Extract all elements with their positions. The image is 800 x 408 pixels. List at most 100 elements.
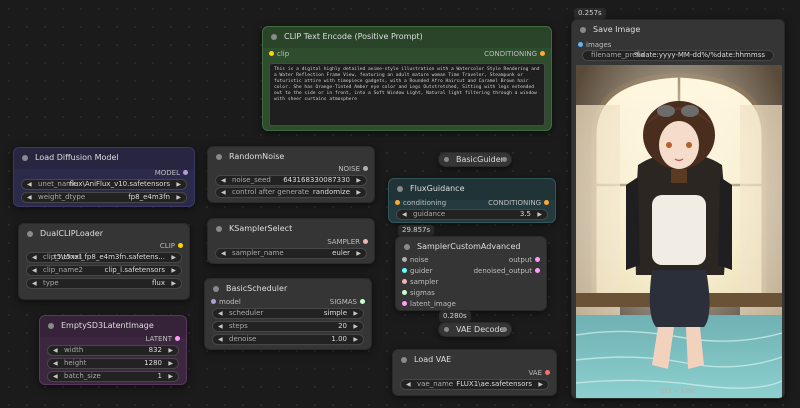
- input-sigmas[interactable]: sigmas: [402, 289, 435, 298]
- output-vae[interactable]: VAE: [528, 369, 550, 378]
- input-images[interactable]: images: [578, 41, 611, 50]
- node-title[interactable]: FluxGuidance: [389, 179, 555, 200]
- arrow-right-icon[interactable]: ▶: [538, 380, 543, 389]
- sampler-name-select[interactable]: ◀ sampler_name euler ▶: [215, 248, 367, 259]
- arrow-left-icon[interactable]: ◀: [221, 188, 226, 197]
- input-conditioning[interactable]: conditioning: [395, 199, 446, 208]
- noise-seed-field[interactable]: ◀ noise_seed 643168330087330 ▶: [215, 175, 367, 186]
- arrow-right-icon[interactable]: ▶: [176, 180, 181, 189]
- collapse-dot-icon[interactable]: [22, 155, 28, 161]
- output-noise[interactable]: NOISE: [338, 165, 368, 174]
- filename-prefix-field[interactable]: filename_prefix %date:yyyy-MM-dd%/%date:…: [582, 50, 774, 61]
- prompt-textarea[interactable]: This is a digital highly detailed anime-…: [269, 63, 545, 126]
- output-dot-icon[interactable]: [502, 157, 507, 162]
- arrow-left-icon[interactable]: ◀: [53, 359, 58, 368]
- arrow-right-icon[interactable]: ▶: [356, 188, 361, 197]
- arrow-right-icon[interactable]: ▶: [356, 249, 361, 258]
- node-title[interactable]: CLIP Text Encode (Positive Prompt): [263, 27, 551, 48]
- arrow-right-icon[interactable]: ▶: [168, 346, 173, 355]
- weight-dtype-select[interactable]: ◀ weight_dtype fp8_e4m3fn ▶: [21, 192, 187, 203]
- arrow-right-icon[interactable]: ▶: [353, 309, 358, 318]
- arrow-right-icon[interactable]: ▶: [168, 359, 173, 368]
- arrow-left-icon[interactable]: ◀: [402, 210, 407, 219]
- arrow-right-icon[interactable]: ▶: [356, 176, 361, 185]
- clip-text-encode-node[interactable]: CLIP Text Encode (Positive Prompt) clip …: [262, 26, 552, 131]
- node-title[interactable]: Load Diffusion Model: [14, 148, 194, 169]
- batch-size-field[interactable]: ◀ batch_size 1 ▶: [47, 371, 179, 382]
- arrow-left-icon[interactable]: ◀: [218, 309, 223, 318]
- clip-name1-select[interactable]: ◀ clip_name1 t5\t5xxl_fp8_e4m3fn.safeten…: [26, 252, 182, 263]
- load-diffusion-model-node[interactable]: Load Diffusion Model MODEL ◀ unet_name f…: [13, 147, 195, 207]
- arrow-left-icon[interactable]: ◀: [218, 322, 223, 331]
- collapse-dot-icon[interactable]: [216, 226, 222, 232]
- width-field[interactable]: ◀ width 832 ▶: [47, 345, 179, 356]
- node-title[interactable]: SamplerCustomAdvanced: [396, 237, 546, 258]
- arrow-right-icon[interactable]: ▶: [171, 253, 176, 262]
- arrow-left-icon[interactable]: ◀: [27, 193, 32, 202]
- arrow-right-icon[interactable]: ▶: [168, 372, 173, 381]
- arrow-right-icon[interactable]: ▶: [537, 210, 542, 219]
- generated-image[interactable]: [576, 65, 782, 398]
- arrow-left-icon[interactable]: ◀: [53, 372, 58, 381]
- scheduler-select[interactable]: ◀ scheduler simple ▶: [212, 308, 364, 319]
- unet-name-select[interactable]: ◀ unet_name flux\AniFlux_v10.safetensors…: [21, 179, 187, 190]
- height-field[interactable]: ◀ height 1280 ▶: [47, 358, 179, 369]
- arrow-left-icon[interactable]: ◀: [218, 335, 223, 344]
- collapse-dot-icon[interactable]: [401, 357, 407, 363]
- collapse-dot-icon[interactable]: [216, 154, 222, 160]
- vae-name-select[interactable]: ◀ vae_name FLUX1\ae.safetensors ▶: [400, 379, 549, 390]
- arrow-left-icon[interactable]: ◀: [32, 266, 37, 275]
- dual-clip-loader-node[interactable]: DualCLIPLoader CLIP ◀ clip_name1 t5\t5xx…: [18, 223, 190, 300]
- node-title[interactable]: Load VAE: [393, 350, 556, 371]
- save-image-node[interactable]: Save Image images filename_prefix %date:…: [571, 19, 785, 399]
- input-latent-image[interactable]: latent_image: [402, 300, 456, 309]
- node-title[interactable]: EmptySD3LatentImage: [40, 316, 186, 337]
- output-dot-icon[interactable]: [502, 327, 507, 332]
- sampler-custom-advanced-node[interactable]: SamplerCustomAdvanced noise guider sampl…: [395, 236, 547, 311]
- collapse-dot-icon[interactable]: [27, 231, 33, 237]
- output-conditioning[interactable]: CONDITIONING: [488, 199, 549, 208]
- output-sampler[interactable]: SAMPLER: [327, 238, 368, 247]
- output-model[interactable]: MODEL: [155, 169, 188, 178]
- input-clip[interactable]: clip: [269, 50, 289, 59]
- denoise-field[interactable]: ◀ denoise 1.00 ▶: [212, 334, 364, 345]
- collapse-dot-icon[interactable]: [48, 323, 54, 329]
- empty-sd3-latent-image-node[interactable]: EmptySD3LatentImage LATENT ◀ width 832 ▶…: [39, 315, 187, 385]
- arrow-left-icon[interactable]: ◀: [53, 346, 58, 355]
- output-denoised[interactable]: denoised_output: [474, 267, 540, 276]
- arrow-left-icon[interactable]: ◀: [406, 380, 411, 389]
- input-noise[interactable]: noise: [402, 256, 429, 265]
- arrow-right-icon[interactable]: ▶: [353, 335, 358, 344]
- input-sampler[interactable]: sampler: [402, 278, 438, 287]
- clip-type-select[interactable]: ◀ type flux ▶: [26, 278, 182, 289]
- output-conditioning[interactable]: CONDITIONING: [484, 50, 545, 59]
- output-clip[interactable]: CLIP: [160, 242, 183, 251]
- node-title[interactable]: Save Image: [572, 20, 784, 41]
- guidance-field[interactable]: ◀ guidance 3.5 ▶: [396, 209, 548, 220]
- basic-guider-node[interactable]: BasicGuider: [438, 152, 512, 167]
- collapse-dot-icon[interactable]: [580, 27, 586, 33]
- random-noise-node[interactable]: RandomNoise NOISE ◀ noise_seed 643168330…: [207, 146, 375, 203]
- arrow-right-icon[interactable]: ▶: [171, 279, 176, 288]
- flux-guidance-node[interactable]: FluxGuidance conditioning CONDITIONING ◀…: [388, 178, 556, 223]
- collapse-dot-icon[interactable]: [404, 244, 410, 250]
- arrow-right-icon[interactable]: ▶: [176, 193, 181, 202]
- arrow-left-icon[interactable]: ◀: [221, 176, 226, 185]
- output-output[interactable]: output: [509, 256, 540, 265]
- node-title[interactable]: KSamplerSelect: [208, 219, 374, 240]
- input-dot-icon[interactable]: [444, 327, 449, 332]
- arrow-left-icon[interactable]: ◀: [32, 279, 37, 288]
- input-model[interactable]: model: [211, 298, 241, 307]
- input-dot-icon[interactable]: [444, 157, 449, 162]
- collapse-dot-icon[interactable]: [271, 34, 277, 40]
- basic-scheduler-node[interactable]: BasicScheduler model SIGMAS ◀ scheduler …: [204, 278, 372, 350]
- control-after-generate-select[interactable]: ◀ control after generate randomize ▶: [215, 187, 367, 198]
- load-vae-node[interactable]: Load VAE VAE ◀ vae_name FLUX1\ae.safeten…: [392, 349, 557, 396]
- node-title[interactable]: BasicScheduler: [205, 279, 371, 300]
- arrow-left-icon[interactable]: ◀: [32, 253, 37, 262]
- collapse-dot-icon[interactable]: [397, 186, 403, 192]
- arrow-left-icon[interactable]: ◀: [27, 180, 32, 189]
- arrow-left-icon[interactable]: ◀: [221, 249, 226, 258]
- vae-decode-node[interactable]: VAE Decode: [438, 322, 512, 337]
- clip-name2-select[interactable]: ◀ clip_name2 clip_l.safetensors ▶: [26, 265, 182, 276]
